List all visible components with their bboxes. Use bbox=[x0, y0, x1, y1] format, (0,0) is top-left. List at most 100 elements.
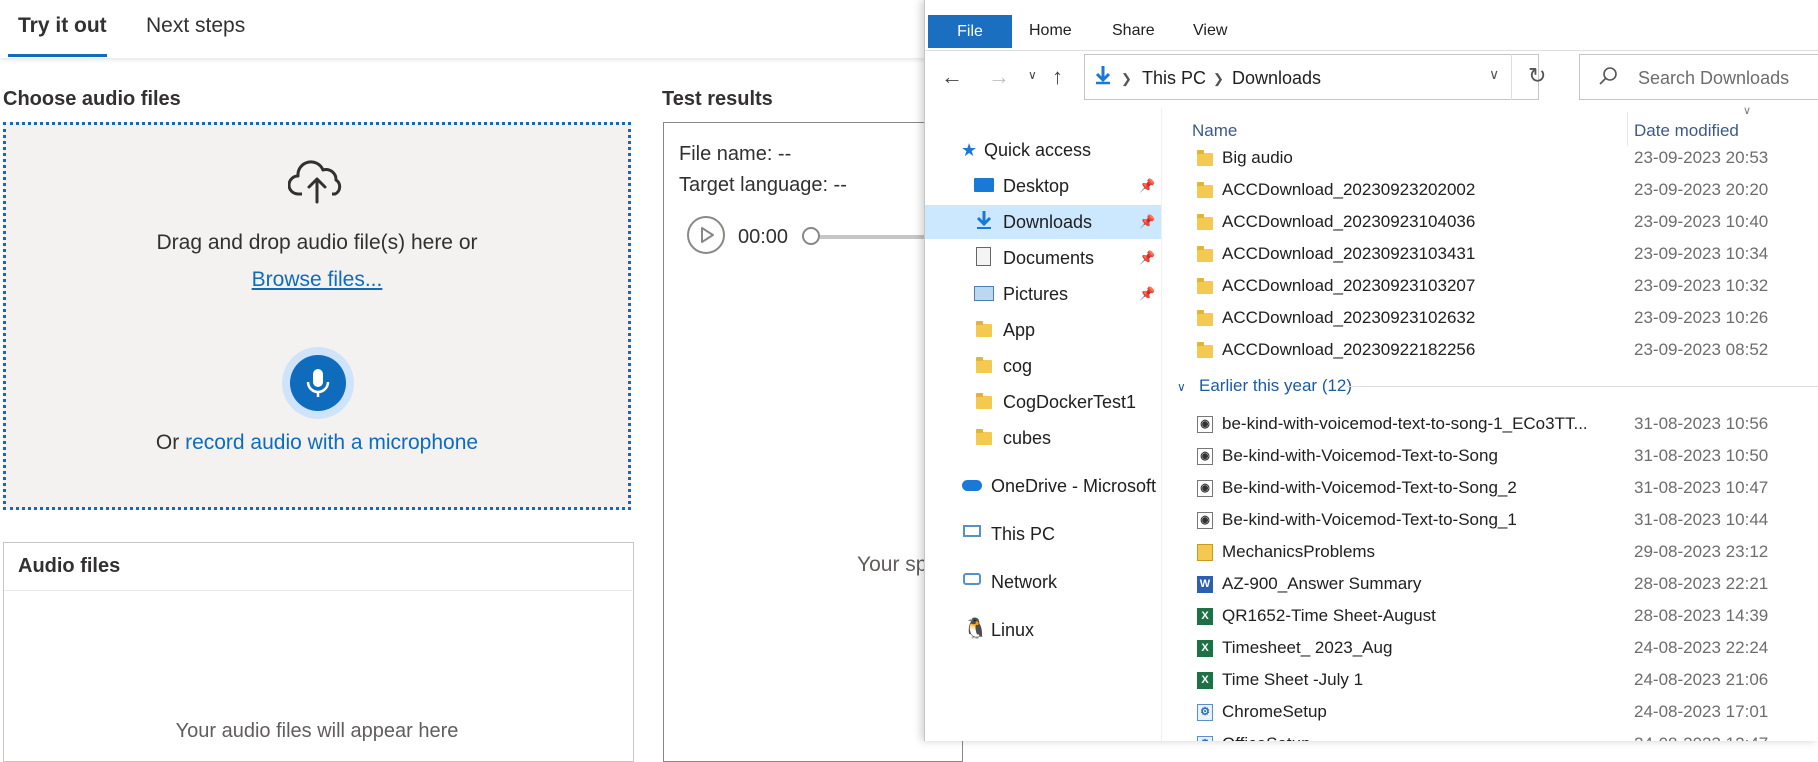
network-icon bbox=[963, 573, 981, 585]
nav-documents[interactable]: Documents bbox=[1003, 248, 1094, 269]
column-header-date-modified[interactable]: Date modified bbox=[1634, 121, 1739, 141]
active-tab-indicator bbox=[8, 54, 107, 57]
record-mic-button[interactable] bbox=[290, 355, 346, 411]
ribbon-tab-file[interactable]: File bbox=[928, 15, 1012, 48]
file-name: ACCDownload_20230922182256 bbox=[1222, 340, 1476, 359]
nav-cog[interactable]: cog bbox=[1003, 356, 1032, 377]
breadcrumb-chevron-icon: ❯ bbox=[1121, 71, 1132, 86]
nav-quick-access[interactable]: Quick access bbox=[984, 140, 1091, 161]
downloads-icon bbox=[975, 210, 993, 235]
linux-penguin-icon: 🐧 bbox=[963, 618, 988, 640]
documents-icon bbox=[976, 247, 991, 266]
group-collapse-chevron-icon[interactable]: ∨ bbox=[1177, 380, 1186, 394]
folder-icon bbox=[976, 393, 992, 409]
up-arrow-icon[interactable]: ↑ bbox=[1052, 64, 1063, 90]
file-date-modified: 23-09-2023 08:52 bbox=[1634, 340, 1769, 359]
nav-linux[interactable]: Linux bbox=[991, 620, 1034, 641]
nav-app[interactable]: App bbox=[1003, 320, 1035, 341]
forward-arrow-icon[interactable]: → bbox=[988, 64, 1010, 90]
file-date-modified: 24-08-2023 22:24 bbox=[1634, 638, 1769, 657]
breadcrumb-this-pc[interactable]: This PC bbox=[1142, 68, 1206, 89]
search-input[interactable]: Search Downloads bbox=[1638, 68, 1789, 89]
file-name: Be-kind-with-Voicemod-Text-to-Song_1 bbox=[1222, 510, 1517, 529]
cloud-upload-icon bbox=[287, 160, 346, 209]
search-icon bbox=[1598, 66, 1618, 91]
file-name: Time Sheet -July 1 bbox=[1222, 670, 1364, 689]
file-date-modified: 24-08-2023 21:06 bbox=[1634, 670, 1769, 689]
nav-this-pc[interactable]: This PC bbox=[991, 524, 1055, 545]
nav-onedrive[interactable]: OneDrive - Microsoft bbox=[991, 476, 1156, 497]
nav-desktop[interactable]: Desktop bbox=[1003, 176, 1069, 197]
ribbon-tab-view[interactable]: View bbox=[1193, 22, 1227, 40]
nav-cubes[interactable]: cubes bbox=[1003, 428, 1051, 449]
record-audio-line: Or record audio with a microphone bbox=[0, 431, 634, 455]
media-file-icon: ◉ bbox=[1197, 448, 1213, 465]
pin-icon[interactable]: 📌 bbox=[1139, 178, 1155, 194]
drag-drop-text: Drag and drop audio file(s) here or bbox=[156, 231, 478, 254]
folder-icon bbox=[1197, 278, 1213, 294]
pin-icon[interactable]: 📌 bbox=[1139, 286, 1155, 302]
recent-locations-chevron-icon[interactable]: ∨ bbox=[1028, 68, 1037, 82]
choose-audio-title: Choose audio files bbox=[3, 88, 181, 110]
media-file-icon: ◉ bbox=[1197, 416, 1213, 433]
refresh-icon[interactable]: ↻ bbox=[1528, 63, 1546, 89]
file-date-modified: 23-09-2023 10:40 bbox=[1634, 212, 1769, 231]
column-header-name[interactable]: Name bbox=[1192, 121, 1237, 141]
result-file-name: File name: -- bbox=[679, 143, 792, 165]
file-date-modified: 28-08-2023 14:39 bbox=[1634, 606, 1769, 625]
browse-files-link[interactable]: Browse files... bbox=[252, 268, 383, 291]
ribbon-tab-share[interactable]: Share bbox=[1112, 22, 1155, 40]
media-file-icon: ◉ bbox=[1197, 480, 1213, 497]
play-button[interactable] bbox=[687, 216, 725, 254]
zip-folder-icon bbox=[1197, 544, 1213, 561]
file-name: OfficeSetup bbox=[1222, 734, 1311, 741]
ribbon-tabs: File Home Share View bbox=[925, 0, 1818, 51]
pin-icon[interactable]: 📌 bbox=[1139, 250, 1155, 266]
folder-icon bbox=[1197, 310, 1213, 326]
nav-cogdockertest1[interactable]: CogDockerTest1 bbox=[1003, 392, 1136, 413]
tab-next-steps[interactable]: Next steps bbox=[146, 14, 245, 38]
file-date-modified: 24-08-2023 12:47 bbox=[1634, 734, 1768, 741]
address-divider bbox=[1511, 54, 1512, 100]
folder-icon bbox=[976, 357, 992, 373]
tab-try-it-out[interactable]: Try it out bbox=[18, 14, 107, 38]
file-date-modified: 24-08-2023 17:01 bbox=[1634, 702, 1769, 721]
folder-icon bbox=[1197, 342, 1213, 358]
file-name: QR1652-Time Sheet-August bbox=[1222, 606, 1436, 625]
pin-icon[interactable]: 📌 bbox=[1139, 214, 1155, 230]
file-name: be-kind-with-voicemod-text-to-song-1_ECo… bbox=[1222, 414, 1588, 433]
breadcrumb-downloads[interactable]: Downloads bbox=[1232, 68, 1321, 89]
group-header-earlier-this-year[interactable]: Earlier this year (12) bbox=[1199, 376, 1352, 396]
pictures-icon bbox=[974, 286, 994, 301]
nav-downloads[interactable]: Downloads bbox=[1003, 212, 1092, 233]
excel-icon: X bbox=[1197, 608, 1213, 625]
quick-access-star-icon: ★ bbox=[961, 140, 978, 160]
file-name: ACCDownload_20230923103431 bbox=[1222, 244, 1476, 263]
group-divider bbox=[1346, 386, 1818, 387]
nav-pictures[interactable]: Pictures bbox=[1003, 284, 1068, 305]
file-name: ACCDownload_20230923102632 bbox=[1222, 308, 1476, 327]
folder-icon bbox=[1197, 150, 1213, 166]
nav-network[interactable]: Network bbox=[991, 572, 1057, 593]
audio-files-empty-text: Your audio files will appear here bbox=[175, 720, 459, 742]
file-date-modified: 23-09-2023 10:26 bbox=[1634, 308, 1769, 327]
file-date-modified: 23-09-2023 10:34 bbox=[1634, 244, 1769, 263]
seek-slider-thumb[interactable] bbox=[802, 227, 820, 245]
file-name: ACCDownload_20230923103207 bbox=[1222, 276, 1476, 295]
playback-time: 00:00 bbox=[738, 226, 789, 248]
folder-icon bbox=[976, 321, 992, 337]
back-arrow-icon[interactable]: ← bbox=[941, 64, 963, 90]
microphone-icon bbox=[306, 369, 330, 397]
column-separator[interactable] bbox=[1627, 112, 1628, 146]
file-name: MechanicsProblems bbox=[1222, 542, 1376, 561]
file-date-modified: 31-08-2023 10:44 bbox=[1634, 510, 1769, 529]
record-audio-link[interactable]: record audio with a microphone bbox=[185, 431, 478, 454]
file-name: Big audio bbox=[1222, 148, 1293, 167]
file-date-modified: 31-08-2023 10:47 bbox=[1634, 478, 1769, 497]
address-dropdown-chevron-icon[interactable]: ∨ bbox=[1489, 66, 1499, 83]
this-pc-icon bbox=[963, 525, 981, 537]
file-date-modified: 31-08-2023 10:50 bbox=[1634, 446, 1769, 465]
file-name: ACCDownload_20230923104036 bbox=[1222, 212, 1476, 231]
ribbon-tab-home[interactable]: Home bbox=[1029, 22, 1072, 40]
setup-exe-icon: ⚙ bbox=[1197, 736, 1213, 741]
